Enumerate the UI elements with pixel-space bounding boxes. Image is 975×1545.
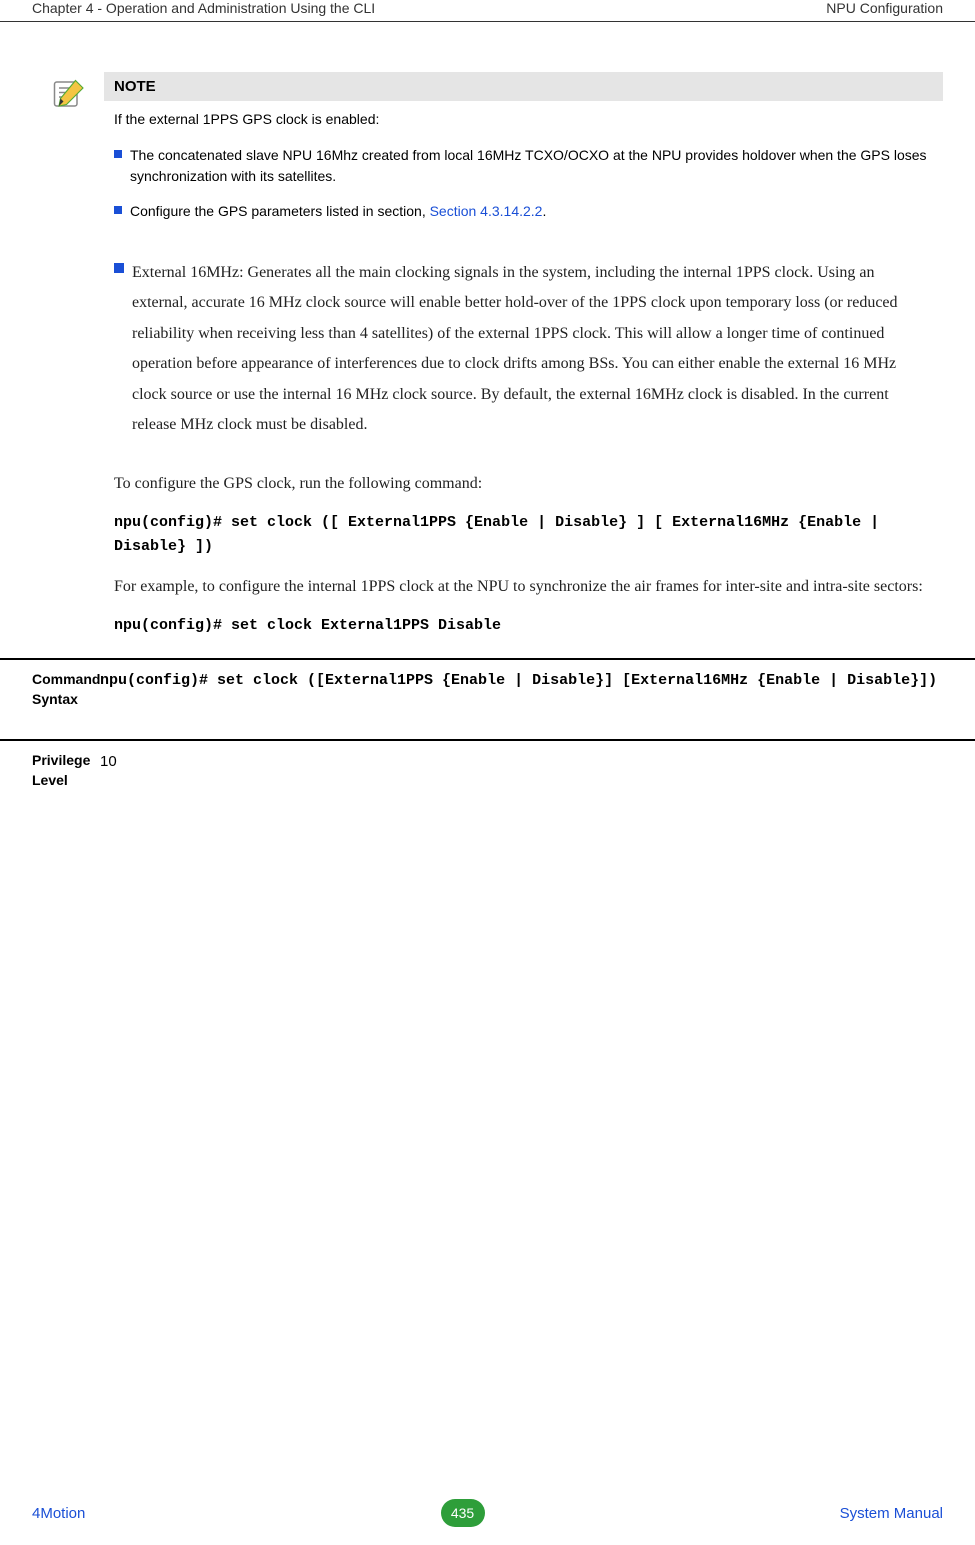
paragraph-2: For example, to configure the internal 1… — [32, 573, 943, 602]
note-bullet-2-prefix: Configure the GPS parameters listed in s… — [130, 203, 430, 219]
note-intro: If the external 1PPS GPS clock is enable… — [104, 111, 943, 127]
footer-system-manual: System Manual — [840, 1505, 943, 1522]
page-number-badge: 435 — [441, 1499, 485, 1527]
note-body: NOTE If the external 1PPS GPS clock is e… — [104, 72, 943, 236]
note-bullet-1-text: The concatenated slave NPU 16Mhz created… — [130, 145, 933, 187]
note-title: NOTE — [104, 72, 943, 101]
square-bullet-icon — [114, 206, 122, 214]
square-bullet-icon — [114, 263, 124, 273]
square-bullet-icon — [114, 150, 122, 158]
command-2: npu(config)# set clock External1PPS Disa… — [32, 614, 943, 638]
privilege-level-value: 10 — [100, 751, 975, 790]
header-right: NPU Configuration — [826, 0, 943, 16]
section-link[interactable]: Section 4.3.14.2.2 — [430, 203, 543, 219]
footer-brand: 4Motion — [32, 1505, 85, 1522]
note-block: NOTE If the external 1PPS GPS clock is e… — [32, 72, 943, 236]
note-bullet-2-text: Configure the GPS parameters listed in s… — [130, 201, 546, 222]
command-syntax-label: Command Syntax — [0, 670, 100, 709]
table-row: Command Syntax npu(config)# set clock ([… — [0, 658, 975, 739]
page-content: NOTE If the external 1PPS GPS clock is e… — [0, 72, 975, 638]
table-row: Privilege Level 10 — [0, 739, 975, 820]
main-bullet-text: External 16MHz: Generates all the main c… — [132, 258, 933, 440]
privilege-level-label: Privilege Level — [0, 751, 100, 790]
note-bullet-2: Configure the GPS parameters listed in s… — [104, 201, 943, 222]
command-syntax-value: npu(config)# set clock ([External1PPS {E… — [100, 670, 975, 709]
page-footer: 4Motion 435 System Manual — [0, 1499, 975, 1527]
header-left: Chapter 4 - Operation and Administration… — [32, 0, 375, 16]
note-pencil-icon — [32, 72, 104, 117]
attr-table: Command Syntax npu(config)# set clock ([… — [0, 658, 975, 820]
note-bullet-2-suffix: . — [542, 203, 546, 219]
page-header: Chapter 4 - Operation and Administration… — [0, 0, 975, 22]
main-bullet: External 16MHz: Generates all the main c… — [32, 258, 943, 440]
command-1: npu(config)# set clock ([ External1PPS {… — [32, 511, 943, 559]
note-bullet-1: The concatenated slave NPU 16Mhz created… — [104, 145, 943, 187]
paragraph-1: To configure the GPS clock, run the foll… — [32, 470, 943, 499]
